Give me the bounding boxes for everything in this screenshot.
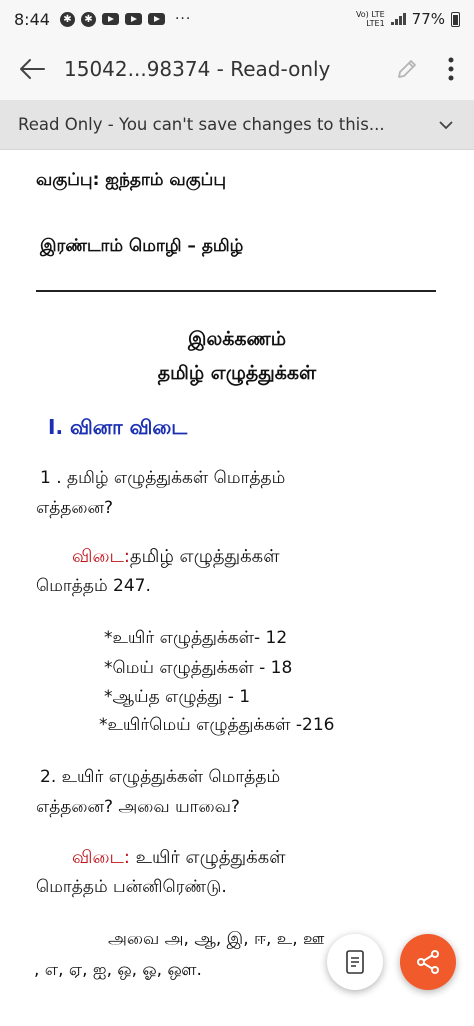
share-icon <box>417 950 439 974</box>
vowels-line-1: அவை அ, ஆ, இ, ஈ, உ, ஊ <box>108 929 325 949</box>
language-line: இரண்டாம் மொழி – தமிழ் <box>40 236 244 256</box>
signal-icon <box>390 13 406 25</box>
more-notifications-icon: ··· <box>174 11 192 27</box>
answer-2-line-2: மொத்தம் பன்னிரெண்டு. <box>36 877 227 897</box>
youtube-icon <box>101 13 119 25</box>
app-bar: 15042...98374 - Read-only <box>0 38 474 100</box>
notification-app-icon: ✱ <box>80 11 96 27</box>
share-button[interactable] <box>400 934 456 990</box>
class-line: வகுப்பு: ஐந்தாம் வகுப்பு <box>36 170 226 190</box>
banner-text: Read Only - You can't save changes to th… <box>18 115 385 134</box>
heading-grammar: இலக்கணம் <box>187 328 287 350</box>
question-1-line-1: 1 . தமிழ் எழுத்துக்கள் மொத்தம் <box>40 468 286 488</box>
list-item: *உயிர் எழுத்துக்கள்- 12 <box>104 628 288 648</box>
pencil-icon <box>398 60 416 78</box>
battery-icon <box>451 11 460 27</box>
network-indicator: Vo) LTE LTE1 <box>356 10 385 28</box>
status-right: Vo) LTE LTE1 77% <box>356 10 460 28</box>
heading-tamil-letters: தமிழ் எழுத்துக்கள் <box>157 362 317 384</box>
answer-1-line-2: மொத்தம் 247. <box>36 576 151 596</box>
document-view-icon <box>346 950 364 974</box>
question-1-line-2: எத்தனை? <box>36 498 114 518</box>
notification-app-icon: ✱ <box>59 11 75 27</box>
list-item: *மெய் எழுத்துக்கள் - 18 <box>104 658 293 678</box>
document-body[interactable]: வகுப்பு: ஐந்தாம் வகுப்பு இரண்டாம் மொழி –… <box>0 150 474 1026</box>
network-top: Vo) LTE <box>355 10 385 19</box>
question-2-line-2: எத்தனை? அவை யாவை? <box>36 797 240 817</box>
list-item: *உயிர்மெய் எழுத்துக்கள் -216 <box>99 715 335 735</box>
list-item: *ஆய்த எழுத்து - 1 <box>104 687 251 707</box>
more-vert-icon <box>448 57 454 81</box>
answer-label: விடை: <box>72 546 130 567</box>
read-only-banner[interactable]: Read Only - You can't save changes to th… <box>0 100 474 150</box>
answer-1-text: தமிழ் எழுத்துக்கள் <box>129 546 280 567</box>
edit-button[interactable] <box>386 38 428 100</box>
status-left: 8:44 ✱ ✱ ··· <box>14 10 191 29</box>
question-2-line-1: 2. உயிர் எழுத்துக்கள் மொத்தம் <box>40 767 281 787</box>
horizontal-rule <box>36 290 436 292</box>
answer-2-line-1: விடை: உயிர் எழுத்துக்கள் <box>72 847 285 870</box>
chevron-down-icon <box>439 120 453 129</box>
section-title: I. வினா விடை <box>48 415 188 439</box>
answer-label: விடை: <box>72 847 130 868</box>
status-time: 8:44 <box>14 9 50 29</box>
banner-expand-button[interactable] <box>418 100 474 150</box>
youtube-icon <box>124 13 142 25</box>
answer-1-line-1: விடை:தமிழ் எழுத்துக்கள் <box>72 546 279 569</box>
more-options-button[interactable] <box>428 38 474 100</box>
battery-percent: 77% <box>411 10 445 28</box>
back-arrow-icon <box>20 59 45 79</box>
vowels-line-2: , எ, ஏ, ஐ, ஒ, ஓ, ஔ. <box>34 960 202 980</box>
network-bottom: LTE1 <box>366 19 385 28</box>
back-button[interactable] <box>0 38 64 100</box>
status-bar: 8:44 ✱ ✱ ··· Vo) LTE LTE1 77% <box>0 0 474 38</box>
youtube-icon <box>147 13 165 25</box>
document-title: 15042...98374 - Read-only <box>64 57 331 81</box>
document-view-button[interactable] <box>327 934 383 990</box>
answer-2-text: உயிர் எழுத்துக்கள் <box>129 847 286 868</box>
